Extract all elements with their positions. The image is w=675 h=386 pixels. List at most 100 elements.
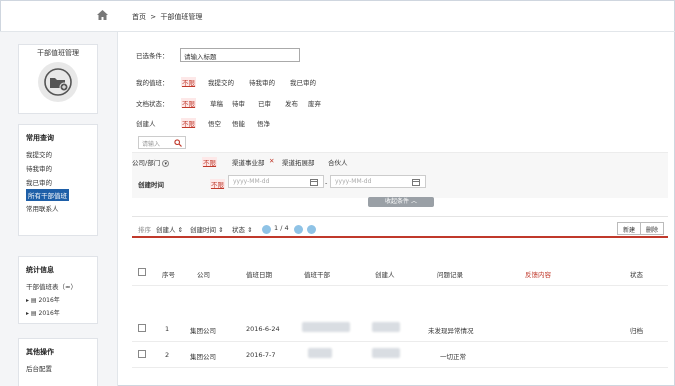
company-label: 公司/部门 ▾	[132, 157, 170, 167]
breadcrumb: 首页 > 干部值班管理	[132, 12, 204, 22]
my-duty-option-pending[interactable]: 待我审的	[249, 77, 275, 87]
creator-option-wujing[interactable]: 悟净	[257, 118, 270, 128]
column-header: 公司	[197, 271, 210, 279]
my-duty-option-any[interactable]: 不限	[181, 77, 196, 87]
duty-panel-title: 干部值班管理	[37, 49, 79, 57]
column-header: 反馈内容	[525, 271, 551, 279]
row-checkbox[interactable]	[138, 350, 146, 358]
list-toolbar: 排序 创建人 ⇕ 创建时间 ⇕ 状态 ⇕ 1 / 4 新建 删除	[132, 216, 668, 238]
redacted-creator	[372, 348, 400, 358]
row-checkbox[interactable]	[138, 324, 146, 332]
breadcrumb-current: 干部值班管理	[160, 13, 203, 21]
redacted-duty-officer	[302, 322, 350, 332]
next-page-button[interactable]	[294, 225, 303, 234]
chevron-down-icon[interactable]: ▾	[162, 160, 170, 167]
common-query-title: 常用查询	[26, 134, 54, 142]
redacted-duty-officer	[308, 348, 332, 358]
column-header: 值班日期	[246, 271, 272, 279]
company-label-text: 公司/部门	[132, 159, 161, 167]
column-header: 值班干部	[304, 271, 330, 279]
search-icon[interactable]	[174, 139, 182, 147]
company-option-any[interactable]: 不限	[202, 157, 217, 167]
stats-year-item[interactable]: ▸ ▤ 2016年	[19, 306, 97, 319]
table-row[interactable]: 1 集团公司 2016-6-24 未发现异常情况 归档	[132, 316, 668, 342]
doc-status-label: 文档状态：	[136, 100, 169, 108]
sort-by-creator[interactable]: 创建人 ⇕	[156, 224, 183, 234]
creator-option-wukong[interactable]: 悟空	[208, 118, 221, 128]
creator-option-wuneng[interactable]: 悟能	[232, 118, 245, 128]
selected-conditions-label: 已选条件：	[136, 52, 169, 60]
sidebar-item-reviewed[interactable]: 我已审的	[19, 175, 97, 189]
breadcrumb-home[interactable]: 首页	[132, 13, 146, 21]
calendar-icon[interactable]	[412, 178, 420, 186]
sort-created-label: 创建时间	[190, 226, 216, 234]
sidebar: 干部值班管理 常用查询 我提交的 待我审的 我已审的 所有干部值班 常用联系人 …	[0, 32, 118, 386]
duty-panel: 干部值班管理	[18, 44, 98, 114]
row-date: 2016-6-24	[246, 325, 280, 333]
row-company: 集团公司	[190, 353, 216, 361]
company-option-channel-expansion[interactable]: 渠道拓展部	[282, 157, 315, 167]
top-bar: 首页 > 干部值班管理	[0, 0, 675, 32]
table-header-row: 序号 公司 值班日期 值班干部 创建人 问题记录 反馈内容 状态	[132, 260, 668, 286]
column-header: 问题记录	[437, 271, 463, 279]
sidebar-item-pending[interactable]: 待我审的	[19, 161, 97, 175]
common-query-panel: 常用查询 我提交的 待我审的 我已审的 所有干部值班 常用联系人	[18, 124, 98, 236]
main-content: 已选条件： 请输入标题 我的值班： 不限 我提交的 待我审的 我已审的 文档状态…	[118, 32, 675, 386]
sidebar-item-contacts[interactable]: 常用联系人	[19, 201, 97, 215]
folder-add-icon[interactable]	[38, 62, 78, 102]
row-record: 未发现异常情况	[428, 327, 474, 335]
company-option-channel-division[interactable]: 渠道事业部	[232, 157, 265, 167]
prev-page-button[interactable]	[262, 225, 271, 234]
stats-year-label: 2016年	[38, 310, 60, 317]
page-indicator: 1 / 4	[274, 224, 289, 232]
my-duty-option-submitted[interactable]: 我提交的	[208, 77, 234, 87]
sidebar-item-backend-config[interactable]: 后台配置	[19, 361, 97, 375]
sort-by-status[interactable]: 状态 ⇕	[232, 224, 253, 234]
my-duty-option-reviewed[interactable]: 我已审的	[290, 77, 316, 87]
creator-option-any[interactable]: 不限	[181, 118, 196, 128]
doc-status-option-deprecated[interactable]: 废弃	[308, 98, 321, 108]
delete-button[interactable]: 删除	[640, 222, 665, 235]
row-no: 2	[165, 351, 170, 359]
select-all-checkbox[interactable]	[138, 268, 146, 276]
company-option-partner[interactable]: 合伙人	[328, 157, 348, 167]
doc-status-option-pending[interactable]: 待审	[232, 98, 245, 108]
row-company: 集团公司	[190, 327, 216, 335]
table-row[interactable]: 2 集团公司 2016-7-7 一切正常	[132, 342, 668, 368]
my-duty-label: 我的值班：	[136, 79, 169, 87]
other-title: 其他操作	[26, 348, 54, 356]
sort-creator-label: 创建人	[156, 226, 176, 234]
row-date: 2016-7-7	[246, 351, 276, 359]
sidebar-item-submitted[interactable]: 我提交的	[19, 147, 97, 161]
row-status: 归档	[630, 327, 643, 335]
collapse-filters-button[interactable]: 收起条件 ︿	[368, 197, 434, 207]
row-record: 一切正常	[440, 353, 466, 361]
created-time-option-any[interactable]: 不限	[210, 179, 225, 189]
row-no: 1	[165, 325, 170, 333]
stats-duty-table[interactable]: 干部值班表（≈）	[19, 279, 97, 293]
close-icon[interactable]: ✕	[269, 157, 274, 165]
calendar-icon[interactable]	[310, 178, 318, 186]
stats-panel: 统计信息 干部值班表（≈） ▸ ▤ 2016年 ▸ ▤ 2016年	[18, 256, 98, 324]
title-search-input[interactable]: 请输入标题	[180, 48, 300, 62]
doc-status-option-draft[interactable]: 草稿	[210, 98, 223, 108]
doc-status-option-any[interactable]: 不限	[181, 98, 196, 108]
doc-status-option-published[interactable]: 发布	[285, 98, 298, 108]
home-icon[interactable]	[97, 10, 108, 20]
stats-year-item[interactable]: ▸ ▤ 2016年	[19, 293, 97, 306]
sort-status-label: 状态	[232, 226, 245, 234]
new-button[interactable]: 新建	[617, 222, 642, 235]
created-time-label: 创建时间	[138, 181, 164, 189]
column-header: 创建人	[375, 271, 395, 279]
stats-title: 统计信息	[26, 266, 54, 274]
last-page-button[interactable]	[307, 225, 316, 234]
sort-by-created-time[interactable]: 创建时间 ⇕	[190, 224, 224, 234]
redacted-creator	[372, 322, 400, 332]
sidebar-item-all-duty[interactable]: 所有干部值班	[26, 189, 69, 201]
filter-panel: 公司/部门 ▾ 不限 渠道事业部 ✕ 渠道拓展部 合伙人 创建时间 不限 yyy…	[132, 152, 668, 198]
column-header: 状态	[630, 271, 643, 279]
sort-label: 排序	[138, 226, 151, 234]
date-range-separator: -	[325, 179, 328, 187]
doc-status-option-reviewed[interactable]: 已审	[258, 98, 271, 108]
collapse-filters-label: 收起条件	[385, 198, 410, 205]
